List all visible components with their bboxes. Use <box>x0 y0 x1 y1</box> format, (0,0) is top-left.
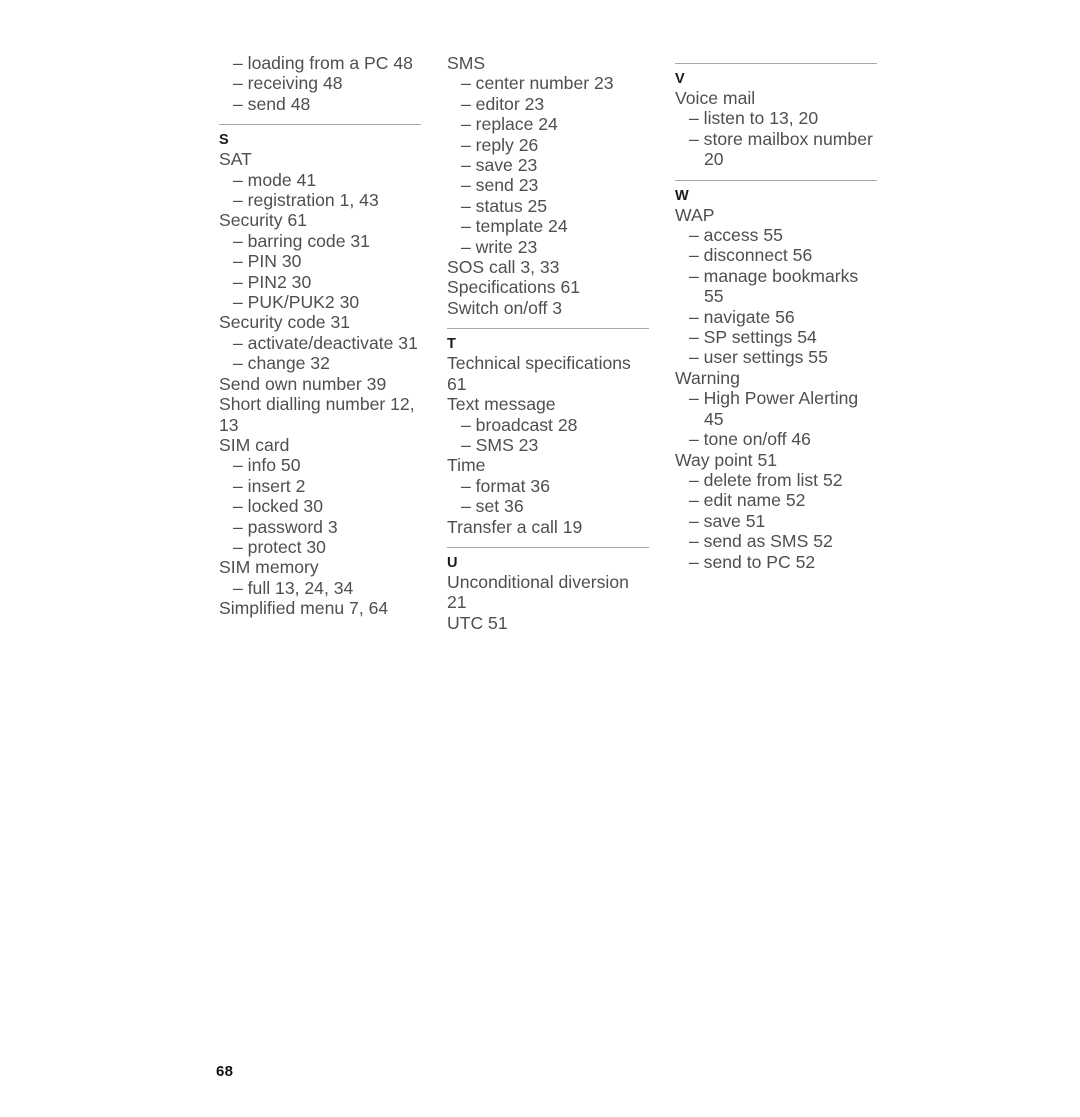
index-subentry: – loading from a PC 48 <box>233 53 413 73</box>
index-entry: SAT <box>219 149 252 170</box>
index-subentry: – replace 24 <box>461 114 558 135</box>
section-divider <box>675 63 877 64</box>
index-entry: Transfer a call 19 <box>447 516 583 537</box>
index-section-continued: – loading from a PC 48– receiving 48– se… <box>219 53 421 114</box>
index-subentry: – PIN2 30 <box>233 271 312 292</box>
page-number: 68 <box>216 1063 234 1080</box>
index-entry: Warning <box>675 367 740 388</box>
letter-heading: W <box>675 187 689 204</box>
index-subentry: – full 13, 24, 34 <box>233 577 354 598</box>
index-subentry: – navigate 56 <box>689 306 795 327</box>
index-entry: Unconditional diversion 21 <box>447 571 634 613</box>
index-subentry: – insert 2 <box>233 475 306 496</box>
index-subentry: – store mailbox number 20 <box>689 128 878 170</box>
index-subentry: – set 36 <box>461 496 524 517</box>
index-subentry: – SP settings 54 <box>689 327 817 348</box>
index-section-u: U Unconditional diversion 21 UTC 51 <box>447 546 649 633</box>
index-subentry: – tone on/off 46 <box>689 429 811 450</box>
index-subentry: – manage bookmarks 55 <box>689 265 864 307</box>
index-entry: SIM card <box>219 434 290 455</box>
letter-heading: U <box>447 554 458 571</box>
index-entry: Security code 31 <box>219 312 351 333</box>
index-entry: Switch on/off 3 <box>447 297 563 318</box>
index-subentry: – receiving 48 <box>233 73 343 94</box>
index-column: V Voice mail – listen to 13, 20– store mai… <box>675 53 877 572</box>
index-subentry: – write 23 <box>461 236 538 257</box>
index-subentry: – save 23 <box>461 155 538 176</box>
section-divider <box>219 124 421 126</box>
index-subentry: – edit name 52 <box>689 490 806 511</box>
index-subentry: – password 3 <box>233 516 338 537</box>
index-section-s: S SAT – mode 41– registration 1, 43 Securit… <box>219 124 421 618</box>
index-section-v: V Voice mail – listen to 13, 20– store mai… <box>675 63 877 170</box>
index-entry: Text message <box>447 394 556 415</box>
index-entry: UTC 51 <box>447 612 508 633</box>
index-column-container: – loading from a PC 48– receiving 48– se… <box>219 53 879 633</box>
index-entry: Short dialling number 12, 13 <box>219 394 420 435</box>
index-subentry: – broadcast 28 <box>461 414 578 435</box>
index-subentry: – format 36 <box>461 475 550 496</box>
index-subentry: – user settings 55 <box>689 347 828 368</box>
index-section-continued: SMS – center number 23– editor 23– replac… <box>447 53 649 318</box>
index-subentry: – disconnect 56 <box>689 245 813 266</box>
index-section-w: W WAP – access 55– disconnect 56– manage b… <box>675 179 877 572</box>
index-section-t: T Technical specifications 61 Text message… <box>447 328 649 537</box>
index-entry: Time <box>447 455 486 476</box>
index-subentry: – PIN 30 <box>233 251 302 272</box>
index-subentry: – center number 23 <box>461 73 614 94</box>
section-divider <box>447 328 649 330</box>
index-subentry: – editor 23 <box>461 93 545 114</box>
index-subentry: – PUK/PUK2 30 <box>233 292 360 313</box>
index-subentry: – send 48 <box>233 93 311 114</box>
index-subentry: – barring code 31 <box>233 230 370 251</box>
index-entry: Specifications 61 <box>447 277 581 298</box>
index-entry: Voice mail <box>675 88 756 108</box>
index-entry: Security 61 <box>219 210 308 231</box>
letter-heading: S <box>219 132 229 149</box>
section-divider <box>675 179 877 181</box>
index-entry: SOS call 3, 33 <box>447 257 560 278</box>
index-entry: Way point 51 <box>675 449 778 470</box>
index-subentry: – High Power Alerting 45 <box>689 388 864 429</box>
index-subentry: – activate/deactivate 31 <box>233 332 418 353</box>
index-entry: Simplified menu 7, 64 <box>219 598 389 619</box>
letter-heading: V <box>675 71 685 87</box>
index-column: – loading from a PC 48– receiving 48– se… <box>219 53 421 619</box>
index-page: – loading from a PC 48– receiving 48– se… <box>0 0 1080 1117</box>
index-entry: Send own number 39 <box>219 373 387 394</box>
index-subentry: – access 55 <box>689 225 783 246</box>
index-subentry: – info 50 <box>233 455 301 476</box>
index-subentry: – send as SMS 52 <box>689 531 833 552</box>
index-subentry: – send to PC 52 <box>689 551 816 572</box>
index-entry: SMS <box>447 53 486 73</box>
index-entry: WAP <box>675 204 715 225</box>
letter-heading: T <box>447 336 457 353</box>
index-subentry: – delete from list 52 <box>689 469 843 490</box>
index-subentry: – locked 30 <box>233 496 323 517</box>
index-entry: SIM memory <box>219 557 319 578</box>
index-subentry: – change 32 <box>233 353 330 374</box>
index-subentry: – SMS 23 <box>461 434 539 455</box>
index-subentry: – send 23 <box>461 175 539 196</box>
index-subentry: – save 51 <box>689 510 766 531</box>
index-subentry: – listen to 13, 20 <box>689 108 819 129</box>
index-entry: Technical specifications 61 <box>447 353 636 394</box>
index-subentry: – mode 41 <box>233 169 317 190</box>
index-subentry: – registration 1, 43 <box>233 190 379 211</box>
index-subentry: – protect 30 <box>233 536 326 557</box>
index-subentry: – reply 26 <box>461 134 539 155</box>
index-subentry: – status 25 <box>461 195 548 216</box>
index-subentry: – template 24 <box>461 216 568 237</box>
index-column: SMS – center number 23– editor 23– replac… <box>447 53 649 633</box>
section-divider <box>447 546 649 548</box>
